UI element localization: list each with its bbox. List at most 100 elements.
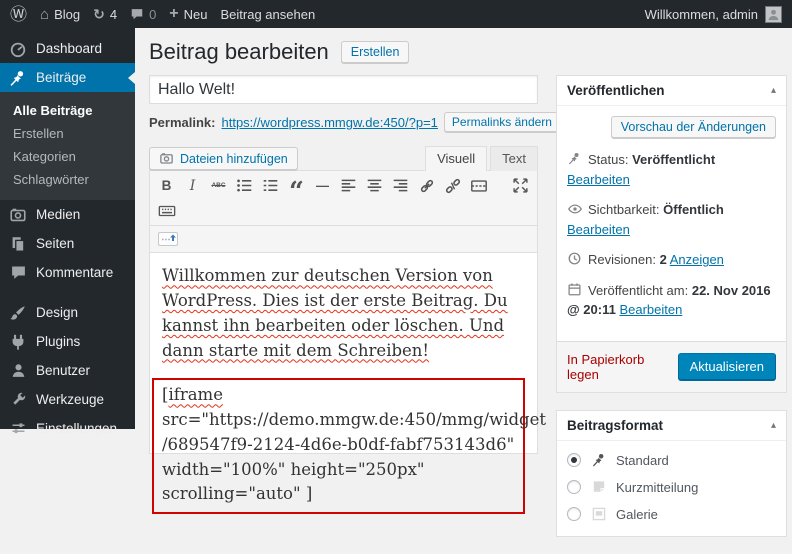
- sidebar-label: Seiten: [36, 236, 74, 251]
- sidebar-label: Plugins: [36, 334, 80, 349]
- tab-visual[interactable]: Visuell: [425, 146, 487, 171]
- permalink-url-link[interactable]: https://wordpress.mmgw.de:450/?p=1: [221, 115, 437, 130]
- wordpress-menu[interactable]: [10, 6, 27, 23]
- admin-sidebar: Dashboard Beiträge Alle Beiträge Erstell…: [0, 28, 135, 429]
- tab-text[interactable]: Text: [490, 146, 538, 171]
- format-option-aside[interactable]: Kurzmitteilung: [557, 474, 786, 501]
- move-to-trash-link[interactable]: In Papierkorb legen: [567, 352, 678, 382]
- eye-icon: [567, 201, 583, 217]
- sidebar-item-dashboard[interactable]: Dashboard: [0, 34, 135, 63]
- comment-count: 0: [149, 7, 156, 22]
- collapse-arrow-icon[interactable]: [771, 85, 776, 96]
- read-more-button[interactable]: [466, 175, 491, 197]
- status-label: Status:: [588, 152, 628, 167]
- align-left-button[interactable]: [336, 175, 361, 197]
- new-content-link[interactable]: Neu: [169, 6, 207, 22]
- pages-icon: [8, 234, 28, 254]
- admin-bar: Blog 4 0 Neu Beitrag ansehen Willkommen,…: [0, 0, 792, 28]
- media-icon: [8, 205, 28, 225]
- plus-icon: [169, 6, 178, 22]
- edit-status-link[interactable]: Bearbeiten: [567, 172, 630, 187]
- published-label: Veröffentlicht am:: [588, 283, 688, 298]
- status-pin-icon: [567, 151, 583, 167]
- plug-icon: [8, 332, 28, 352]
- site-link[interactable]: Blog: [40, 7, 80, 22]
- align-right-button[interactable]: [388, 175, 413, 197]
- sidebar-item-plugins[interactable]: Plugins: [0, 327, 135, 356]
- sidebar-item-comments[interactable]: Kommentare: [0, 258, 135, 287]
- link-button[interactable]: [414, 175, 439, 197]
- editor-toolbar: [150, 171, 537, 225]
- submenu-tags[interactable]: Schlagwörter: [0, 168, 135, 191]
- format-option-standard[interactable]: Standard: [557, 447, 786, 474]
- post-format-panel-title: Beitragsformat: [567, 418, 663, 433]
- unlink-button[interactable]: [440, 175, 465, 197]
- publish-panel-header[interactable]: Veröffentlichen: [557, 76, 786, 106]
- add-media-icon: [159, 151, 174, 166]
- format-aside-icon: [590, 479, 607, 496]
- sidebar-label: Benutzer: [36, 363, 90, 378]
- format-option-gallery[interactable]: Galerie: [557, 501, 786, 528]
- sidebar-item-posts[interactable]: Beiträge: [0, 63, 135, 92]
- sidebar-item-appearance[interactable]: Design: [0, 298, 135, 327]
- change-permalink-button[interactable]: Permalinks ändern: [444, 112, 560, 132]
- main-content: Beitrag bearbeiten Erstellen Permalink: …: [135, 28, 792, 429]
- page-title: Beitrag bearbeiten: [149, 39, 329, 65]
- sidebar-label: Design: [36, 305, 78, 320]
- plugin-placeholder-button[interactable]: [156, 228, 181, 250]
- numbered-list-button[interactable]: [258, 175, 283, 197]
- editor-content-area[interactable]: Willkommen zur deutschen Version von Wor…: [150, 253, 537, 453]
- sidebar-label: Dashboard: [36, 41, 102, 56]
- preview-changes-button[interactable]: Vorschau der Änderungen: [611, 116, 776, 138]
- italic-button[interactable]: [180, 175, 205, 197]
- submenu-categories[interactable]: Kategorien: [0, 145, 135, 168]
- publish-panel: Veröffentlichen Vorschau der Änderungen …: [556, 75, 787, 393]
- account-link[interactable]: Willkommen, admin: [645, 7, 758, 22]
- submenu-add-new[interactable]: Erstellen: [0, 122, 135, 145]
- show-revisions-link[interactable]: Anzeigen: [670, 252, 724, 267]
- bullet-list-button[interactable]: [232, 175, 257, 197]
- pin-icon: [8, 68, 28, 88]
- post-editor: Willkommen zur deutschen Version von Wor…: [149, 170, 538, 454]
- add-new-post-button[interactable]: Erstellen: [341, 41, 410, 63]
- strikethrough-button[interactable]: [206, 175, 231, 197]
- edit-published-date-link[interactable]: Bearbeiten: [619, 302, 682, 317]
- radio-standard[interactable]: [567, 453, 581, 467]
- toolbar-toggle-button[interactable]: [154, 200, 179, 222]
- red-annotation-box: [iframe src="https://demo.mmgw.de:450/mm…: [152, 378, 525, 514]
- blockquote-button[interactable]: [284, 175, 309, 197]
- sidebar-item-users[interactable]: Benutzer: [0, 356, 135, 385]
- avatar[interactable]: [765, 6, 782, 23]
- view-post-link[interactable]: Beitrag ansehen: [221, 7, 316, 22]
- bold-button[interactable]: [154, 175, 179, 197]
- greeting-text: Willkommen, admin: [645, 7, 758, 22]
- status-value: Veröffentlicht: [632, 152, 715, 167]
- post-format-panel-header[interactable]: Beitragsformat: [557, 411, 786, 441]
- sidebar-item-pages[interactable]: Seiten: [0, 229, 135, 258]
- collapse-arrow-icon[interactable]: [771, 420, 776, 431]
- user-icon: [8, 361, 28, 381]
- sidebar-item-media[interactable]: Medien: [0, 200, 135, 229]
- home-icon: [40, 7, 49, 22]
- add-media-label: Dateien hinzufügen: [180, 152, 288, 166]
- horizontal-rule-button[interactable]: [310, 175, 335, 197]
- add-media-button[interactable]: Dateien hinzufügen: [149, 147, 298, 170]
- radio-gallery[interactable]: [567, 507, 581, 521]
- update-button[interactable]: Aktualisieren: [678, 353, 776, 380]
- submenu-all-posts[interactable]: Alle Beiträge: [0, 99, 135, 122]
- sidebar-label: Kommentare: [36, 265, 113, 280]
- sidebar-label: Medien: [36, 207, 80, 222]
- sidebar-item-tools[interactable]: Werkzeuge: [0, 385, 135, 414]
- edit-visibility-link[interactable]: Bearbeiten: [567, 222, 630, 237]
- post-title-input[interactable]: [149, 75, 538, 104]
- comments-link[interactable]: 0: [130, 7, 156, 22]
- visibility-label: Sichtbarkeit:: [588, 202, 660, 217]
- posts-submenu: Alle Beiträge Erstellen Kategorien Schla…: [0, 92, 135, 200]
- fullscreen-button[interactable]: [508, 175, 533, 197]
- status-row: Status: Veröffentlicht Bearbeiten: [567, 150, 776, 189]
- paintbrush-icon: [8, 303, 28, 323]
- align-center-button[interactable]: [362, 175, 387, 197]
- shortcode-word: iframe: [168, 385, 223, 404]
- radio-aside[interactable]: [567, 480, 581, 494]
- updates-link[interactable]: 4: [93, 7, 117, 22]
